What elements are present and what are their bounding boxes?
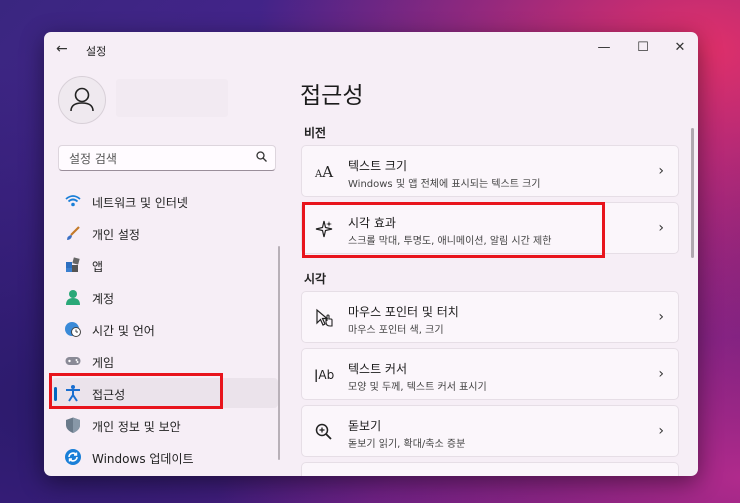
shield-icon xyxy=(64,416,82,434)
globe-clock-icon xyxy=(64,320,82,338)
main-scrollbar[interactable] xyxy=(691,128,694,258)
maximize-icon[interactable]: ☐ xyxy=(631,38,655,58)
sidebar-item-label: 개인 정보 및 보안 xyxy=(92,420,181,434)
card-subtitle: 마우스 포인터 색, 크기 xyxy=(348,325,444,336)
sidebar-item-label: 앱 xyxy=(92,260,104,274)
card-title: 마우스 포인터 및 터치 xyxy=(348,305,459,319)
card-magnifier[interactable]: 돋보기 돋보기 읽기, 확대/축소 증분 › xyxy=(301,405,679,457)
window-title: 설정 xyxy=(86,45,107,58)
sidebar-item-accounts[interactable]: 계정 xyxy=(52,282,278,312)
title-bar: ← 설정 — ☐ ✕ xyxy=(44,32,698,66)
sidebar-item-label: 계정 xyxy=(92,292,115,306)
text-size-icon: AA xyxy=(314,163,334,181)
search-input[interactable] xyxy=(67,150,251,168)
magnifier-icon xyxy=(314,422,334,442)
pointer-icon xyxy=(314,308,334,328)
update-icon xyxy=(64,448,82,466)
sidebar-item-label: Windows 업데이트 xyxy=(92,452,194,466)
sidebar-item-time-language[interactable]: 시간 및 언어 xyxy=(52,314,278,344)
chevron-right-icon: › xyxy=(658,366,664,382)
minimize-icon[interactable]: — xyxy=(592,38,616,58)
card-subtitle: 모양 및 두께, 텍스트 커서 표시기 xyxy=(348,382,487,393)
person-icon xyxy=(64,288,82,306)
gamepad-icon xyxy=(64,352,82,370)
highlight-box-accessibility xyxy=(49,373,223,409)
card-title: 텍스트 크기 xyxy=(348,159,408,173)
chevron-right-icon: › xyxy=(658,163,664,179)
sidebar-item-label: 게임 xyxy=(92,356,115,370)
sidebar-item-label: 개인 설정 xyxy=(92,228,140,242)
sidebar-item-apps[interactable]: 앱 xyxy=(52,250,278,280)
sidebar-item-privacy[interactable]: 개인 정보 및 보안 xyxy=(52,410,278,440)
search-icon[interactable] xyxy=(256,151,267,165)
wifi-icon xyxy=(64,192,82,210)
text-cursor-icon: |Ab xyxy=(314,368,335,382)
sidebar-item-label: 시간 및 언어 xyxy=(92,324,155,338)
section-heading-sight: 시각 xyxy=(304,272,327,286)
card-title: 돋보기 xyxy=(348,419,382,433)
chevron-right-icon: › xyxy=(658,309,664,325)
chevron-right-icon: › xyxy=(658,423,664,439)
avatar[interactable] xyxy=(58,76,106,124)
card-text-cursor[interactable]: |Ab 텍스트 커서 모양 및 두께, 텍스트 커서 표시기 › xyxy=(301,348,679,400)
card-title: 텍스트 커서 xyxy=(348,362,408,376)
sidebar-scrollbar[interactable] xyxy=(278,246,280,460)
card-mouse-pointer[interactable]: 마우스 포인터 및 터치 마우스 포인터 색, 크기 › xyxy=(301,291,679,343)
apps-icon xyxy=(64,256,82,274)
page-title: 접근성 xyxy=(300,83,364,109)
section-heading-vision: 비전 xyxy=(304,126,327,140)
brush-icon xyxy=(64,224,82,242)
close-icon[interactable]: ✕ xyxy=(668,38,692,58)
card-subtitle: Windows 및 앱 전체에 표시되는 텍스트 크기 xyxy=(348,179,541,190)
sidebar-item-personalization[interactable]: 개인 설정 xyxy=(52,218,278,248)
sidebar-item-gaming[interactable]: 게임 xyxy=(52,346,278,376)
search-box[interactable] xyxy=(58,145,276,171)
account-name-block xyxy=(116,79,228,117)
back-arrow-icon[interactable]: ← xyxy=(56,41,68,57)
card-text-size[interactable]: AA 텍스트 크기 Windows 및 앱 전체에 표시되는 텍스트 크기 › xyxy=(301,145,679,197)
chevron-right-icon: › xyxy=(658,220,664,236)
highlight-box-visual-effects xyxy=(302,202,605,258)
card-next-partial[interactable] xyxy=(301,462,679,476)
sidebar-item-windows-update[interactable]: Windows 업데이트 xyxy=(52,442,278,472)
sidebar-item-network[interactable]: 네트워크 및 인터넷 xyxy=(52,186,278,216)
sidebar-item-label: 네트워크 및 인터넷 xyxy=(92,196,188,210)
person-icon xyxy=(70,87,94,112)
card-subtitle: 돋보기 읽기, 확대/축소 증분 xyxy=(348,439,466,450)
